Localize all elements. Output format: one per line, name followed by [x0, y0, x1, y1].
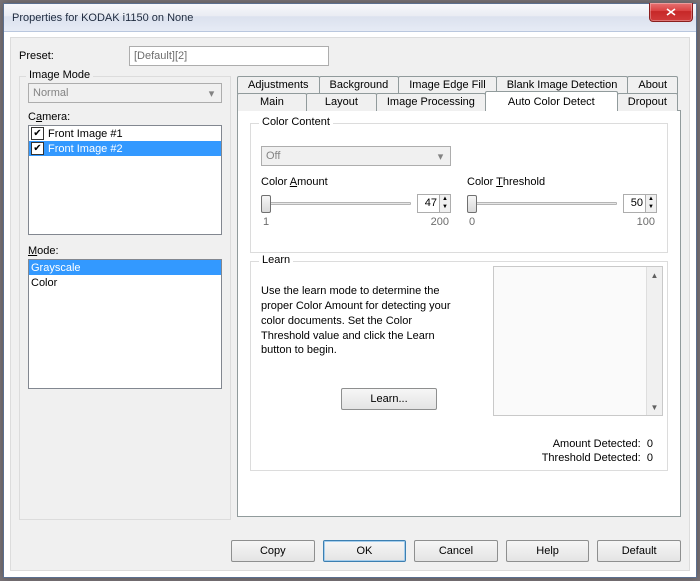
titlebar: Properties for KODAK i1150 on None: [4, 4, 696, 32]
close-button[interactable]: [649, 3, 693, 22]
close-icon: [666, 8, 676, 16]
spin-up-icon[interactable]: ▲: [646, 195, 656, 204]
scroll-up-icon[interactable]: ▲: [647, 267, 662, 283]
tab-background[interactable]: Background: [319, 76, 400, 94]
dialog-buttons: Copy OK Cancel Help Default: [231, 540, 681, 562]
preset-label: Preset:: [19, 50, 119, 62]
slider-thumb-icon[interactable]: [261, 195, 271, 213]
image-mode-value: Normal: [33, 87, 68, 99]
properties-window: Properties for KODAK i1150 on None Prese…: [3, 3, 697, 578]
amount-detected-value: 0: [647, 438, 653, 450]
color-amount-max: 200: [431, 216, 449, 228]
threshold-detected-value: 0: [647, 452, 653, 464]
checkbox-icon[interactable]: ✔: [31, 127, 44, 140]
chevron-down-icon: ▾: [433, 149, 448, 163]
color-threshold-spin[interactable]: ▲▼: [623, 194, 657, 213]
color-amount-slider[interactable]: [261, 192, 411, 214]
camera-listbox[interactable]: ✔ Front Image #1 ✔ Front Image #2: [28, 125, 222, 235]
image-mode-combo[interactable]: Normal ▾: [28, 83, 222, 103]
spin-up-icon[interactable]: ▲: [440, 195, 450, 204]
color-content-legend: Color Content: [259, 116, 333, 128]
mode-item-label: Color: [31, 277, 57, 289]
color-amount-min: 1: [263, 216, 269, 228]
preset-row: Preset: [Default][2]: [19, 46, 681, 66]
learn-description: Use the learn mode to determine the prop…: [261, 284, 451, 358]
mode-label: Mode:: [28, 245, 222, 257]
color-threshold-max: 100: [637, 216, 655, 228]
mode-item-label: Grayscale: [31, 262, 81, 274]
tab-adjustments[interactable]: Adjustments: [237, 76, 320, 94]
preset-value: [Default][2]: [134, 50, 187, 62]
ok-button[interactable]: OK: [323, 540, 407, 562]
chevron-down-icon: ▾: [204, 86, 219, 100]
camera-item-label: Front Image #1: [48, 128, 123, 140]
color-threshold-value[interactable]: [623, 194, 645, 213]
help-button[interactable]: Help: [506, 540, 590, 562]
amount-detected-label: Amount Detected:: [553, 438, 641, 450]
client-area: Preset: [Default][2] Image Mode Normal ▾…: [10, 37, 690, 571]
camera-item-label: Front Image #2: [48, 143, 123, 155]
color-content-combo[interactable]: Off ▾: [261, 146, 451, 166]
spin-down-icon[interactable]: ▼: [440, 203, 450, 212]
tab-dropout[interactable]: Dropout: [617, 93, 678, 111]
checkbox-icon[interactable]: ✔: [31, 142, 44, 155]
slider-thumb-icon[interactable]: [467, 195, 477, 213]
image-mode-group: Image Mode Normal ▾ Camera: ✔ Front Imag…: [19, 76, 231, 520]
tab-about[interactable]: About: [627, 76, 678, 94]
scroll-down-icon[interactable]: ▼: [647, 399, 662, 415]
learn-preview: ▲ ▼: [493, 266, 663, 416]
tab-image-edge-fill[interactable]: Image Edge Fill: [398, 76, 496, 94]
spin-down-icon[interactable]: ▼: [646, 203, 656, 212]
color-amount-label: Color Amount: [261, 176, 451, 188]
mode-item[interactable]: Grayscale: [29, 260, 221, 275]
color-threshold-min: 0: [469, 216, 475, 228]
mode-item[interactable]: Color: [29, 275, 221, 290]
threshold-detected-label: Threshold Detected:: [542, 452, 641, 464]
color-threshold-slider[interactable]: [467, 192, 617, 214]
copy-button[interactable]: Copy: [231, 540, 315, 562]
color-threshold-label: Color Threshold: [467, 176, 657, 188]
learn-legend: Learn: [259, 254, 293, 266]
color-amount-spin[interactable]: ▲▼: [417, 194, 451, 213]
window-title: Properties for KODAK i1150 on None: [12, 12, 193, 24]
color-content-value: Off: [266, 150, 280, 162]
learn-group: Learn Use the learn mode to determine th…: [250, 261, 668, 471]
tabs: Adjustments Background Image Edge Fill B…: [237, 76, 681, 517]
camera-item[interactable]: ✔ Front Image #1: [29, 126, 221, 141]
tab-panel: Color Content Off ▾ Color Amount: [237, 110, 681, 517]
camera-item[interactable]: ✔ Front Image #2: [29, 141, 221, 156]
color-amount-value[interactable]: [417, 194, 439, 213]
detected-values: Amount Detected: 0 Threshold Detected: 0: [542, 436, 653, 464]
learn-button[interactable]: Learn...: [341, 388, 437, 410]
tab-auto-color-detect[interactable]: Auto Color Detect: [485, 91, 618, 111]
scrollbar[interactable]: ▲ ▼: [646, 267, 662, 415]
tab-image-processing[interactable]: Image Processing: [376, 93, 486, 111]
image-mode-legend: Image Mode: [26, 69, 93, 81]
preset-combo[interactable]: [Default][2]: [129, 46, 329, 66]
tab-main[interactable]: Main: [237, 93, 307, 111]
tab-layout[interactable]: Layout: [306, 93, 377, 111]
cancel-button[interactable]: Cancel: [414, 540, 498, 562]
mode-listbox[interactable]: Grayscale Color: [28, 259, 222, 389]
camera-label: Camera:: [28, 111, 222, 123]
default-button[interactable]: Default: [597, 540, 681, 562]
color-content-group: Color Content Off ▾ Color Amount: [250, 123, 668, 253]
